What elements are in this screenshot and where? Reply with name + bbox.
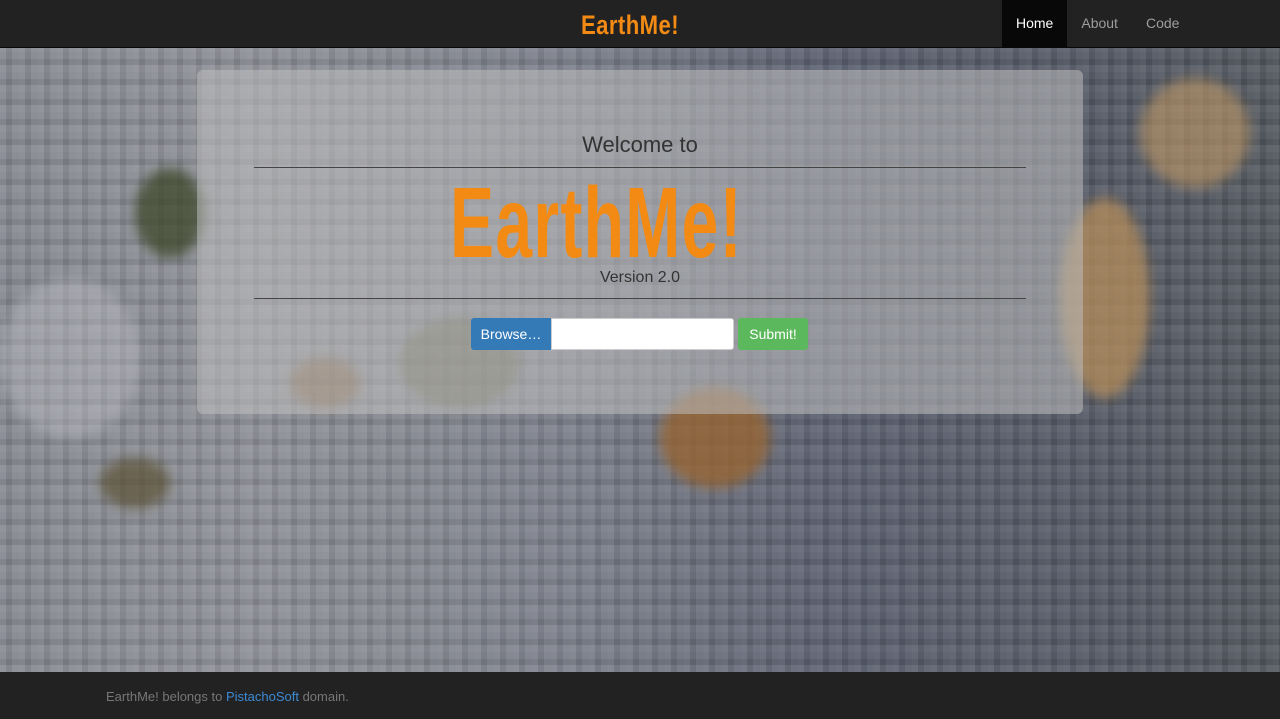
navbar: EarthMe! Home About Code xyxy=(0,0,1280,48)
welcome-panel: Welcome to EarthMe! Version 2.0 Browse… … xyxy=(197,70,1083,414)
brand-logo[interactable]: EarthMe! xyxy=(581,10,679,40)
footer-text: EarthMe! belongs to PistachoSoft domain. xyxy=(106,689,349,704)
submit-button[interactable]: Submit! xyxy=(738,318,808,350)
nav-item-about[interactable]: About xyxy=(1067,0,1132,47)
bottom-divider xyxy=(254,298,1026,299)
browse-button[interactable]: Browse… xyxy=(471,318,551,350)
file-path-input[interactable] xyxy=(551,318,734,350)
pistachosoft-link[interactable]: PistachoSoft xyxy=(226,689,299,704)
footer-text-after: domain. xyxy=(298,689,349,704)
nav-item-home[interactable]: Home xyxy=(1002,0,1068,47)
footer: EarthMe! belongs to PistachoSoft domain. xyxy=(0,672,1280,719)
nav-item-code[interactable]: Code xyxy=(1132,0,1193,47)
nav-menu: Home About Code xyxy=(1002,0,1193,47)
hero-logo: EarthMe! xyxy=(450,167,743,279)
upload-form: Browse… Submit! xyxy=(471,318,808,350)
footer-text-before: EarthMe! belongs to xyxy=(106,689,226,704)
version-text: Version 2.0 xyxy=(599,269,681,286)
welcome-heading: Welcome to xyxy=(582,132,698,157)
